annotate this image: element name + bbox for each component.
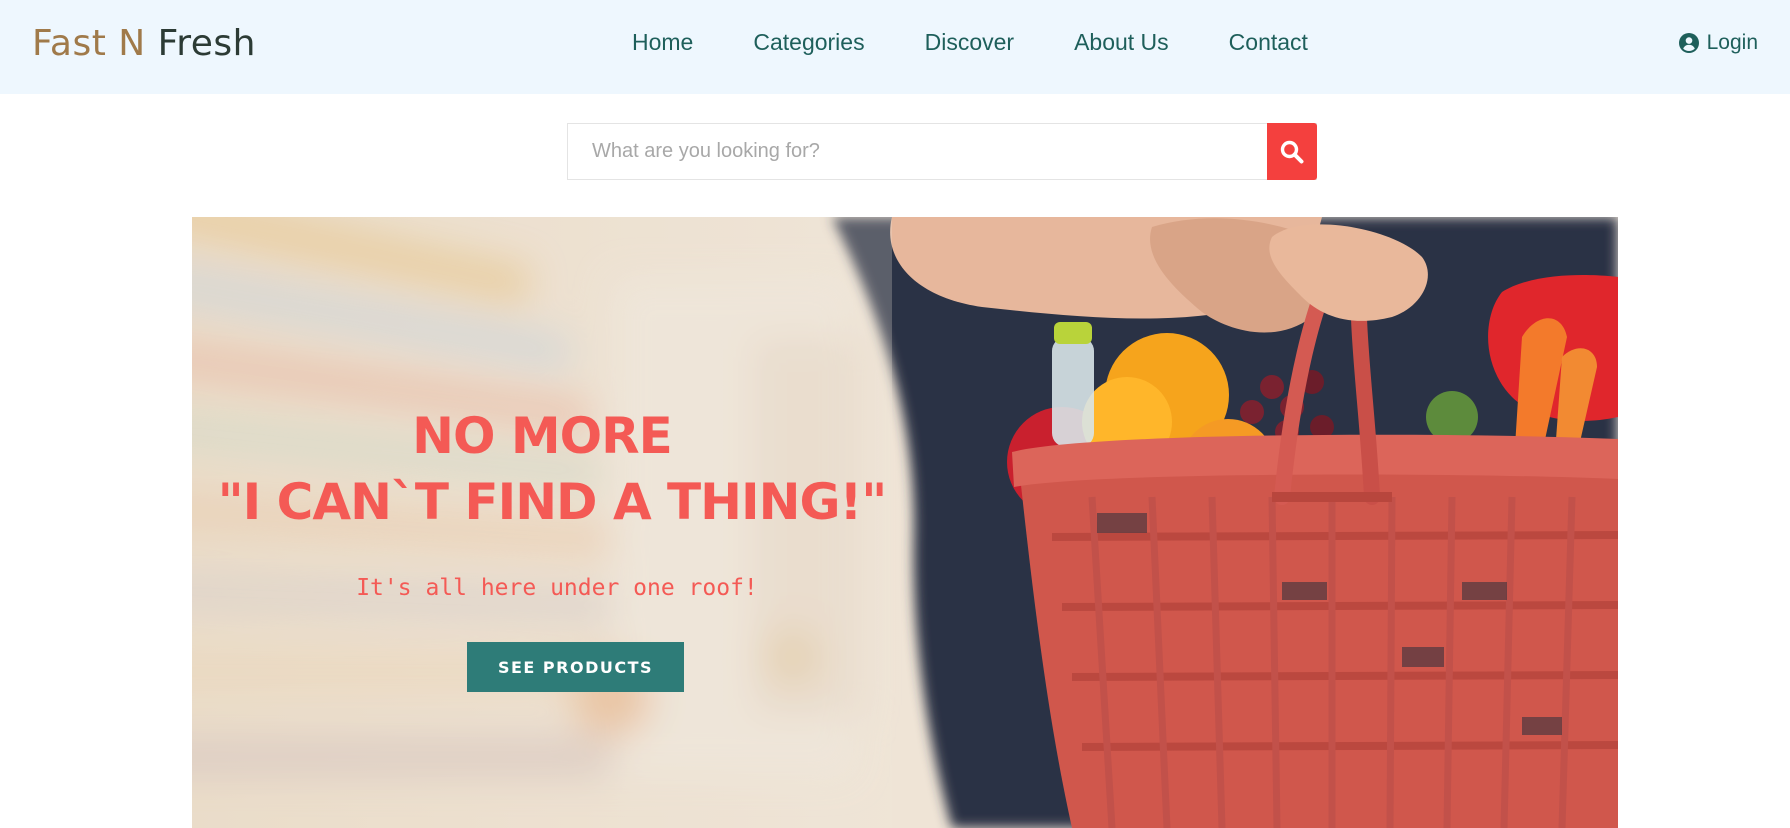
- hero-title-line1: NO MORE: [412, 407, 673, 465]
- brand-logo[interactable]: Fast N Fresh: [32, 24, 256, 64]
- nav-contact[interactable]: Contact: [1229, 28, 1308, 56]
- nav-home[interactable]: Home: [632, 28, 693, 56]
- search-input[interactable]: [568, 124, 1267, 179]
- main-nav: Home Categories Discover About Us Contac…: [632, 28, 1308, 56]
- logo-text-part1: Fast N: [32, 23, 158, 64]
- see-products-button[interactable]: SEE PRODUCTS: [467, 642, 684, 692]
- login-link[interactable]: Login: [1678, 30, 1758, 56]
- search-icon: [1280, 140, 1304, 163]
- search-bar: [567, 123, 1317, 180]
- hero-title-line2: "I CAN`T FIND A THING!": [217, 473, 888, 531]
- hero-subtitle: It's all here under one roof!: [356, 575, 758, 601]
- hero-banner: NO MORE "I CAN`T FIND A THING!" It's all…: [192, 217, 1618, 828]
- logo-text-part2: Fresh: [157, 23, 256, 64]
- user-circle-icon: [1678, 33, 1699, 53]
- nav-discover[interactable]: Discover: [925, 28, 1014, 56]
- top-navbar: Fast N Fresh Home Categories Discover Ab…: [0, 0, 1790, 94]
- login-label: Login: [1706, 31, 1758, 54]
- nav-categories[interactable]: Categories: [753, 28, 864, 56]
- search-button[interactable]: [1267, 123, 1317, 180]
- nav-about-us[interactable]: About Us: [1074, 28, 1169, 56]
